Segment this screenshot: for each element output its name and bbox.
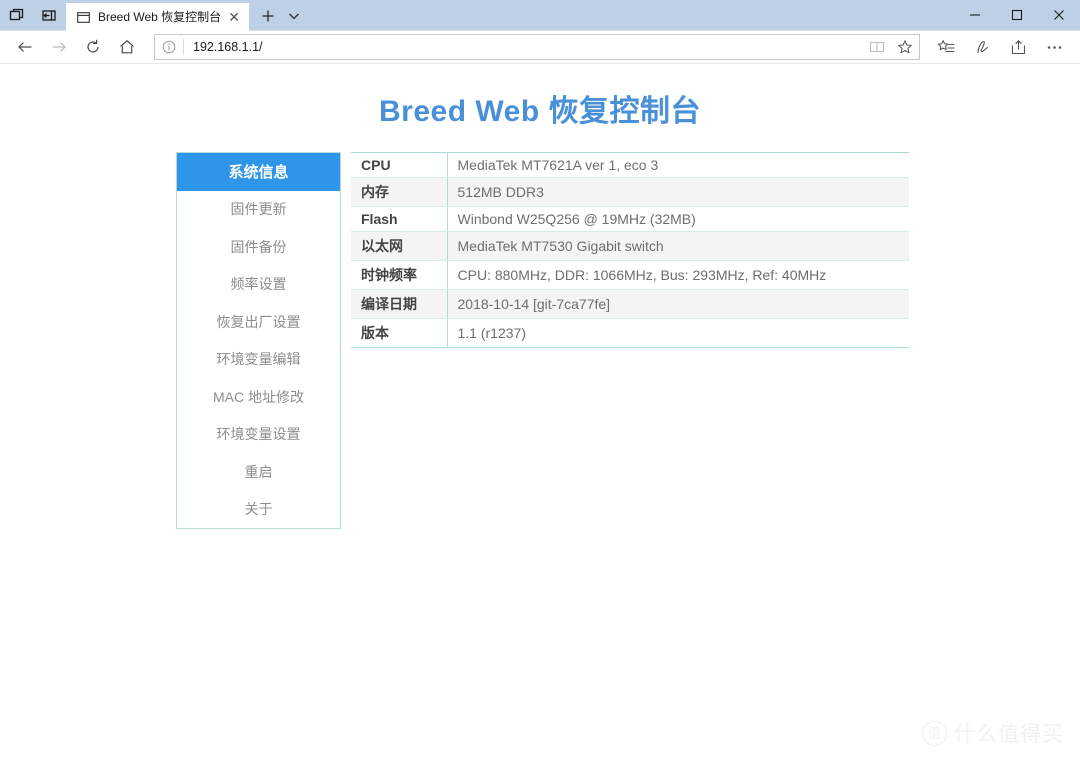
titlebar-left-icons [0, 0, 62, 30]
watermark-text: 什么值得买 [954, 723, 1064, 746]
home-icon[interactable] [110, 32, 144, 62]
hub-favorites-icon[interactable] [928, 32, 964, 62]
row-value: 1.1 (r1237) [457, 325, 526, 341]
back-icon[interactable] [8, 32, 42, 62]
row-value: 2018-10-14 [git-7ca77fe] [447, 289, 909, 319]
row-value: MediaTek MT7621A ver 1, eco 3 [447, 152, 909, 178]
sidebar-item-label: 系统信息 [228, 164, 289, 182]
navigation-toolbar: 192.168.1.1/ [0, 31, 1080, 64]
site-info-icon[interactable] [155, 35, 183, 59]
sidebar-nav: 系统信息 固件更新 固件备份 频率设置 恢复出厂设置 环境变量编辑 MAC 地址… [176, 152, 341, 529]
sidebar-item-label: 恢复出厂设置 [216, 313, 301, 330]
system-info-panel: CPU MediaTek MT7621A ver 1, eco 3 内存 512… [351, 152, 909, 529]
sidebar-item-label: 固件备份 [230, 238, 287, 255]
reading-view-icon[interactable] [863, 35, 891, 59]
forward-icon[interactable] [42, 32, 76, 62]
row-value: 512MB DDR3 [447, 177, 909, 207]
sidebar-item-label: 环境变量编辑 [216, 351, 301, 368]
row-value: CPU: 880MHz, DDR: 1066MHz, Bus: 293MHz, … [447, 260, 909, 290]
sidebar-item-env-settings[interactable]: 环境变量设置 [177, 416, 340, 454]
title-bar: Breed Web 恢复控制台 ✕ [0, 0, 1080, 31]
row-value: MediaTek MT7530 Gigabit switch [447, 231, 909, 261]
address-bar-actions [863, 35, 919, 59]
watermark-badge: 值 [922, 720, 947, 746]
minimize-button[interactable] [954, 0, 996, 30]
table-row: 内存 512MB DDR3 [351, 177, 909, 207]
close-window-button[interactable] [1038, 0, 1080, 30]
row-key: 时钟频率 [351, 260, 448, 290]
maximize-button[interactable] [996, 0, 1038, 30]
row-key: 以太网 [351, 231, 448, 261]
tab-title: Breed Web 恢复控制台 [98, 10, 222, 24]
table-row: 时钟频率 CPU: 880MHz, DDR: 1066MHz, Bus: 293… [351, 260, 909, 290]
sidebar-item-system-info[interactable]: 系统信息 [177, 153, 340, 191]
set-tabs-aside-icon[interactable] [38, 4, 60, 26]
new-tab-button[interactable] [255, 2, 281, 30]
sidebar-item-label: 重启 [244, 463, 273, 480]
settings-more-icon[interactable] [1036, 32, 1072, 62]
row-key: 编译日期 [351, 289, 448, 319]
chevron-down-icon[interactable] [281, 2, 307, 30]
sidebar-item-label: MAC 地址修改 [213, 388, 304, 405]
sidebar-item-label: 关于 [244, 501, 273, 518]
page-content: 系统信息 固件更新 固件备份 频率设置 恢复出厂设置 环境变量编辑 MAC 地址… [0, 152, 1080, 529]
favorite-star-icon[interactable] [891, 35, 919, 59]
sidebar-item-about[interactable]: 关于 [177, 491, 340, 529]
sidebar-item-label: 频率设置 [230, 276, 287, 293]
page-favicon [75, 9, 91, 25]
address-bar-input[interactable]: 192.168.1.1/ [184, 35, 863, 59]
share-icon[interactable] [1000, 32, 1036, 62]
table-row: CPU MediaTek MT7621A ver 1, eco 3 [351, 152, 909, 178]
row-key: Flash [351, 206, 448, 232]
close-tab-icon[interactable]: ✕ [225, 8, 243, 26]
sidebar-item-reboot[interactable]: 重启 [177, 453, 340, 491]
row-key: 版本 [351, 318, 448, 348]
table-row: 编译日期 2018-10-14 [git-7ca77fe] [351, 289, 909, 319]
tab-previews-icon[interactable] [6, 4, 28, 26]
row-key: 内存 [351, 177, 448, 207]
refresh-icon[interactable] [76, 32, 110, 62]
browser-tab[interactable]: Breed Web 恢复控制台 ✕ [66, 3, 250, 31]
address-bar[interactable]: 192.168.1.1/ [154, 34, 920, 60]
sidebar-item-firmware-backup[interactable]: 固件备份 [177, 228, 340, 266]
sidebar-item-frequency-settings[interactable]: 频率设置 [177, 266, 340, 304]
page-title: Breed Web 恢复控制台 [379, 95, 701, 128]
toolbar-right-actions [928, 32, 1072, 62]
sidebar-item-factory-reset[interactable]: 恢复出厂设置 [177, 303, 340, 341]
sidebar-item-firmware-update[interactable]: 固件更新 [177, 191, 340, 229]
row-key: CPU [351, 152, 448, 178]
sidebar-item-env-edit[interactable]: 环境变量编辑 [177, 341, 340, 379]
page-viewport: Breed Web 恢复控制台 系统信息 固件更新 固件备份 频率设置 恢复出厂… [0, 64, 1080, 760]
table-row: 版本 1.1 (r1237) [351, 318, 909, 348]
web-notes-icon[interactable] [964, 32, 1000, 62]
table-row: Flash Winbond W25Q256 @ 19MHz (32MB) [351, 206, 909, 232]
window-controls [954, 0, 1080, 30]
watermark: 值 什么值得买 [922, 718, 1064, 748]
sidebar-item-label: 固件更新 [230, 201, 287, 218]
table-row: 以太网 MediaTek MT7530 Gigabit switch [351, 231, 909, 261]
sidebar-item-label: 环境变量设置 [216, 426, 301, 443]
system-info-table: CPU MediaTek MT7621A ver 1, eco 3 内存 512… [351, 152, 909, 348]
sidebar-item-mac-address[interactable]: MAC 地址修改 [177, 378, 340, 416]
row-value: Winbond W25Q256 @ 19MHz (32MB) [447, 206, 909, 232]
browser-window: Breed Web 恢复控制台 ✕ 192.168.1.1/ Breed Web… [0, 0, 1080, 760]
